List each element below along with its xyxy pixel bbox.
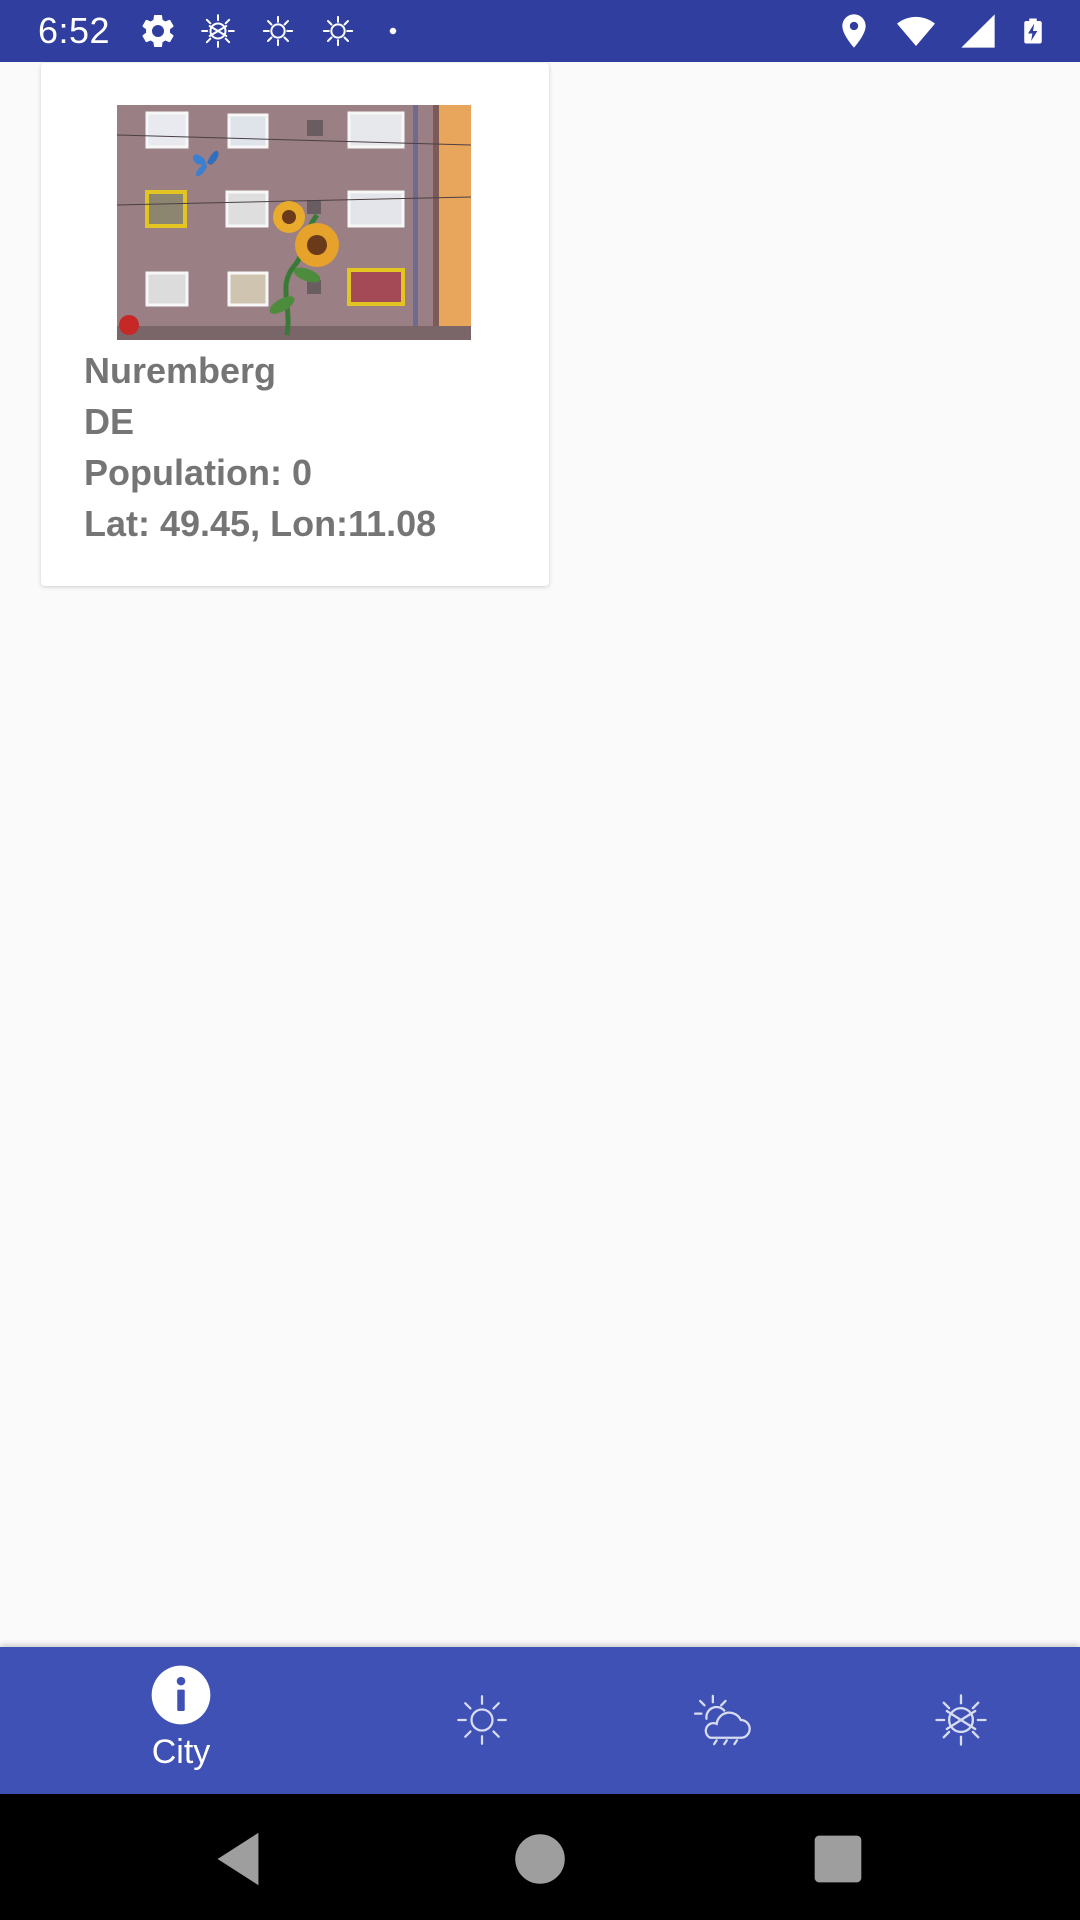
city-photo-illustration <box>117 105 471 340</box>
status-bar: 6:52 <box>0 0 1080 62</box>
settings-gear-icon <box>142 14 174 47</box>
city-photo <box>117 105 471 340</box>
city-name: Nuremberg <box>84 350 277 391</box>
sun-icon <box>457 1695 507 1745</box>
sun-icon <box>322 15 354 47</box>
battery-charging-icon <box>1024 18 1042 44</box>
nav-item-city-label: City <box>151 1733 211 1771</box>
sun-crossed-icon <box>201 14 235 48</box>
cell-signal-icon <box>961 14 995 48</box>
info-icon <box>151 1665 211 1725</box>
sun-cloud-icon <box>693 1694 751 1746</box>
nav-item-no-sun[interactable] <box>841 1647 1080 1794</box>
location-pin-icon <box>842 14 866 48</box>
status-system-icons <box>834 0 1048 62</box>
wifi-icon <box>897 16 935 46</box>
nav-item-current-weather[interactable] <box>362 1647 602 1794</box>
recents-icon[interactable] <box>803 1824 873 1894</box>
city-card[interactable]: Nuremberg DE Population: 0 Lat: 49.45, L… <box>41 63 549 586</box>
dot-icon <box>389 27 397 35</box>
nav-item-city[interactable]: City <box>61 1647 301 1794</box>
home-icon[interactable] <box>505 1824 575 1894</box>
city-country: DE <box>84 401 135 442</box>
city-coordinates: Lat: 49.45, Lon:11.08 <box>84 503 437 544</box>
status-time: 6:52 <box>38 10 111 51</box>
sun-icon <box>262 15 294 47</box>
nav-item-forecast[interactable] <box>603 1647 843 1794</box>
city-population: Population: 0 <box>84 452 312 493</box>
sun-crossed-icon <box>935 1694 987 1746</box>
system-navigation-bar <box>0 1794 1080 1920</box>
city-details: Nuremberg DE Population: 0 Lat: 49.45, L… <box>84 345 436 549</box>
status-notification-icons <box>138 11 408 51</box>
bottom-navigation: City <box>0 1647 1080 1794</box>
back-icon[interactable] <box>203 1824 273 1894</box>
